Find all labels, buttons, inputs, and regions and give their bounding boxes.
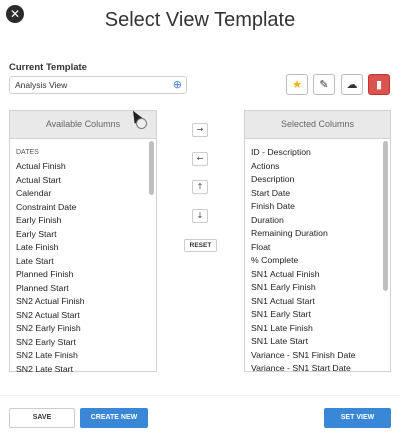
favorite-button[interactable]: ★	[286, 74, 308, 95]
save-button[interactable]: SAVE	[9, 408, 75, 428]
list-item[interactable]: SN2 Late Start	[16, 363, 156, 377]
list-item[interactable]: Late Start	[16, 255, 156, 269]
template-select-value: Analysis View	[15, 80, 68, 90]
list-item[interactable]: Finish Date	[251, 200, 390, 214]
list-item[interactable]: Duration	[251, 214, 390, 228]
list-item[interactable]: SN1 Actual Finish	[251, 268, 390, 282]
list-item[interactable]: Description	[251, 173, 390, 187]
list-item[interactable]: Start Date	[251, 187, 390, 201]
list-item[interactable]: Actions	[251, 160, 390, 174]
move-right-button[interactable]: →	[192, 123, 208, 137]
list-item[interactable]: % Complete	[251, 254, 390, 268]
list-item[interactable]: SN1 Early Start	[251, 308, 390, 322]
list-item[interactable]: Variance - SN1 Start Date	[251, 362, 390, 376]
edit-icon: ✎	[319, 78, 329, 91]
list-item[interactable]: SN1 Early Finish	[251, 281, 390, 295]
reset-button[interactable]: RESET	[184, 239, 217, 252]
list-item[interactable]: Planned Finish	[16, 268, 156, 282]
list-item[interactable]: Planned Start	[16, 282, 156, 296]
list-item[interactable]: SN2 Early Finish	[16, 322, 156, 336]
list-item[interactable]: Float	[251, 241, 390, 255]
set-view-button[interactable]: SET VIEW	[324, 408, 391, 428]
group-label: DATES	[16, 149, 39, 156]
edit-button[interactable]: ✎	[313, 74, 335, 95]
footer-divider	[0, 395, 400, 396]
list-item[interactable]: Actual Finish	[16, 160, 156, 174]
list-item[interactable]: SN1 Actual Start	[251, 295, 390, 309]
dialog-title: Select View Template	[104, 9, 296, 31]
list-item[interactable]: SN2 Early Start	[16, 336, 156, 350]
list-item[interactable]: SN1 Late Finish	[251, 322, 390, 336]
list-item[interactable]: Early Finish	[16, 214, 156, 228]
list-item[interactable]: SN1 Late Start	[251, 335, 390, 349]
list-item[interactable]: Actual Start	[16, 174, 156, 188]
delete-button[interactable]: ▮	[368, 74, 390, 95]
list-item[interactable]: Constraint Date	[16, 201, 156, 215]
move-down-button[interactable]: ↓	[192, 209, 208, 223]
available-scrollbar[interactable]	[149, 141, 154, 195]
globe-icon[interactable]: ⊕	[173, 78, 182, 92]
selected-columns-header: Selected Columns	[245, 111, 390, 139]
list-item[interactable]: Late Finish	[16, 241, 156, 255]
available-columns-panel: Available Columns DATES Actual Finish Act…	[9, 110, 157, 374]
list-item[interactable]: SN2 Actual Start	[16, 309, 156, 323]
list-item[interactable]: Calendar	[16, 187, 156, 201]
star-icon: ★	[292, 78, 302, 91]
selected-scrollbar[interactable]	[383, 141, 388, 291]
upload-button[interactable]: ☁	[341, 74, 363, 95]
list-item[interactable]: Variance - SN1 Finish Date	[251, 349, 390, 363]
list-item[interactable]: Early Start	[16, 228, 156, 242]
create-new-button[interactable]: CREATE NEW	[80, 408, 148, 428]
list-item[interactable]: Remaining Duration	[251, 227, 390, 241]
trash-icon: ▮	[375, 78, 383, 91]
list-item[interactable]: SN2 Actual Finish	[16, 295, 156, 309]
busy-indicator-icon	[136, 118, 147, 129]
template-select[interactable]: Analysis View ⊕	[9, 76, 187, 94]
available-columns-list[interactable]: DATES Actual Finish Actual Start Calendar C…	[10, 139, 156, 376]
selected-columns-list[interactable]: ID - Description Actions Description Start …	[245, 139, 390, 376]
list-item[interactable]: ID - Description	[251, 146, 390, 160]
selected-columns-panel: Selected Columns ID - Description Actions…	[244, 110, 391, 373]
move-left-button[interactable]: ←	[192, 152, 208, 166]
list-item[interactable]: SN2 Late Finish	[16, 349, 156, 363]
current-template-label: Current Template	[9, 62, 87, 73]
cloud-upload-icon: ☁	[346, 78, 358, 91]
move-up-button[interactable]: ↑	[192, 180, 208, 194]
